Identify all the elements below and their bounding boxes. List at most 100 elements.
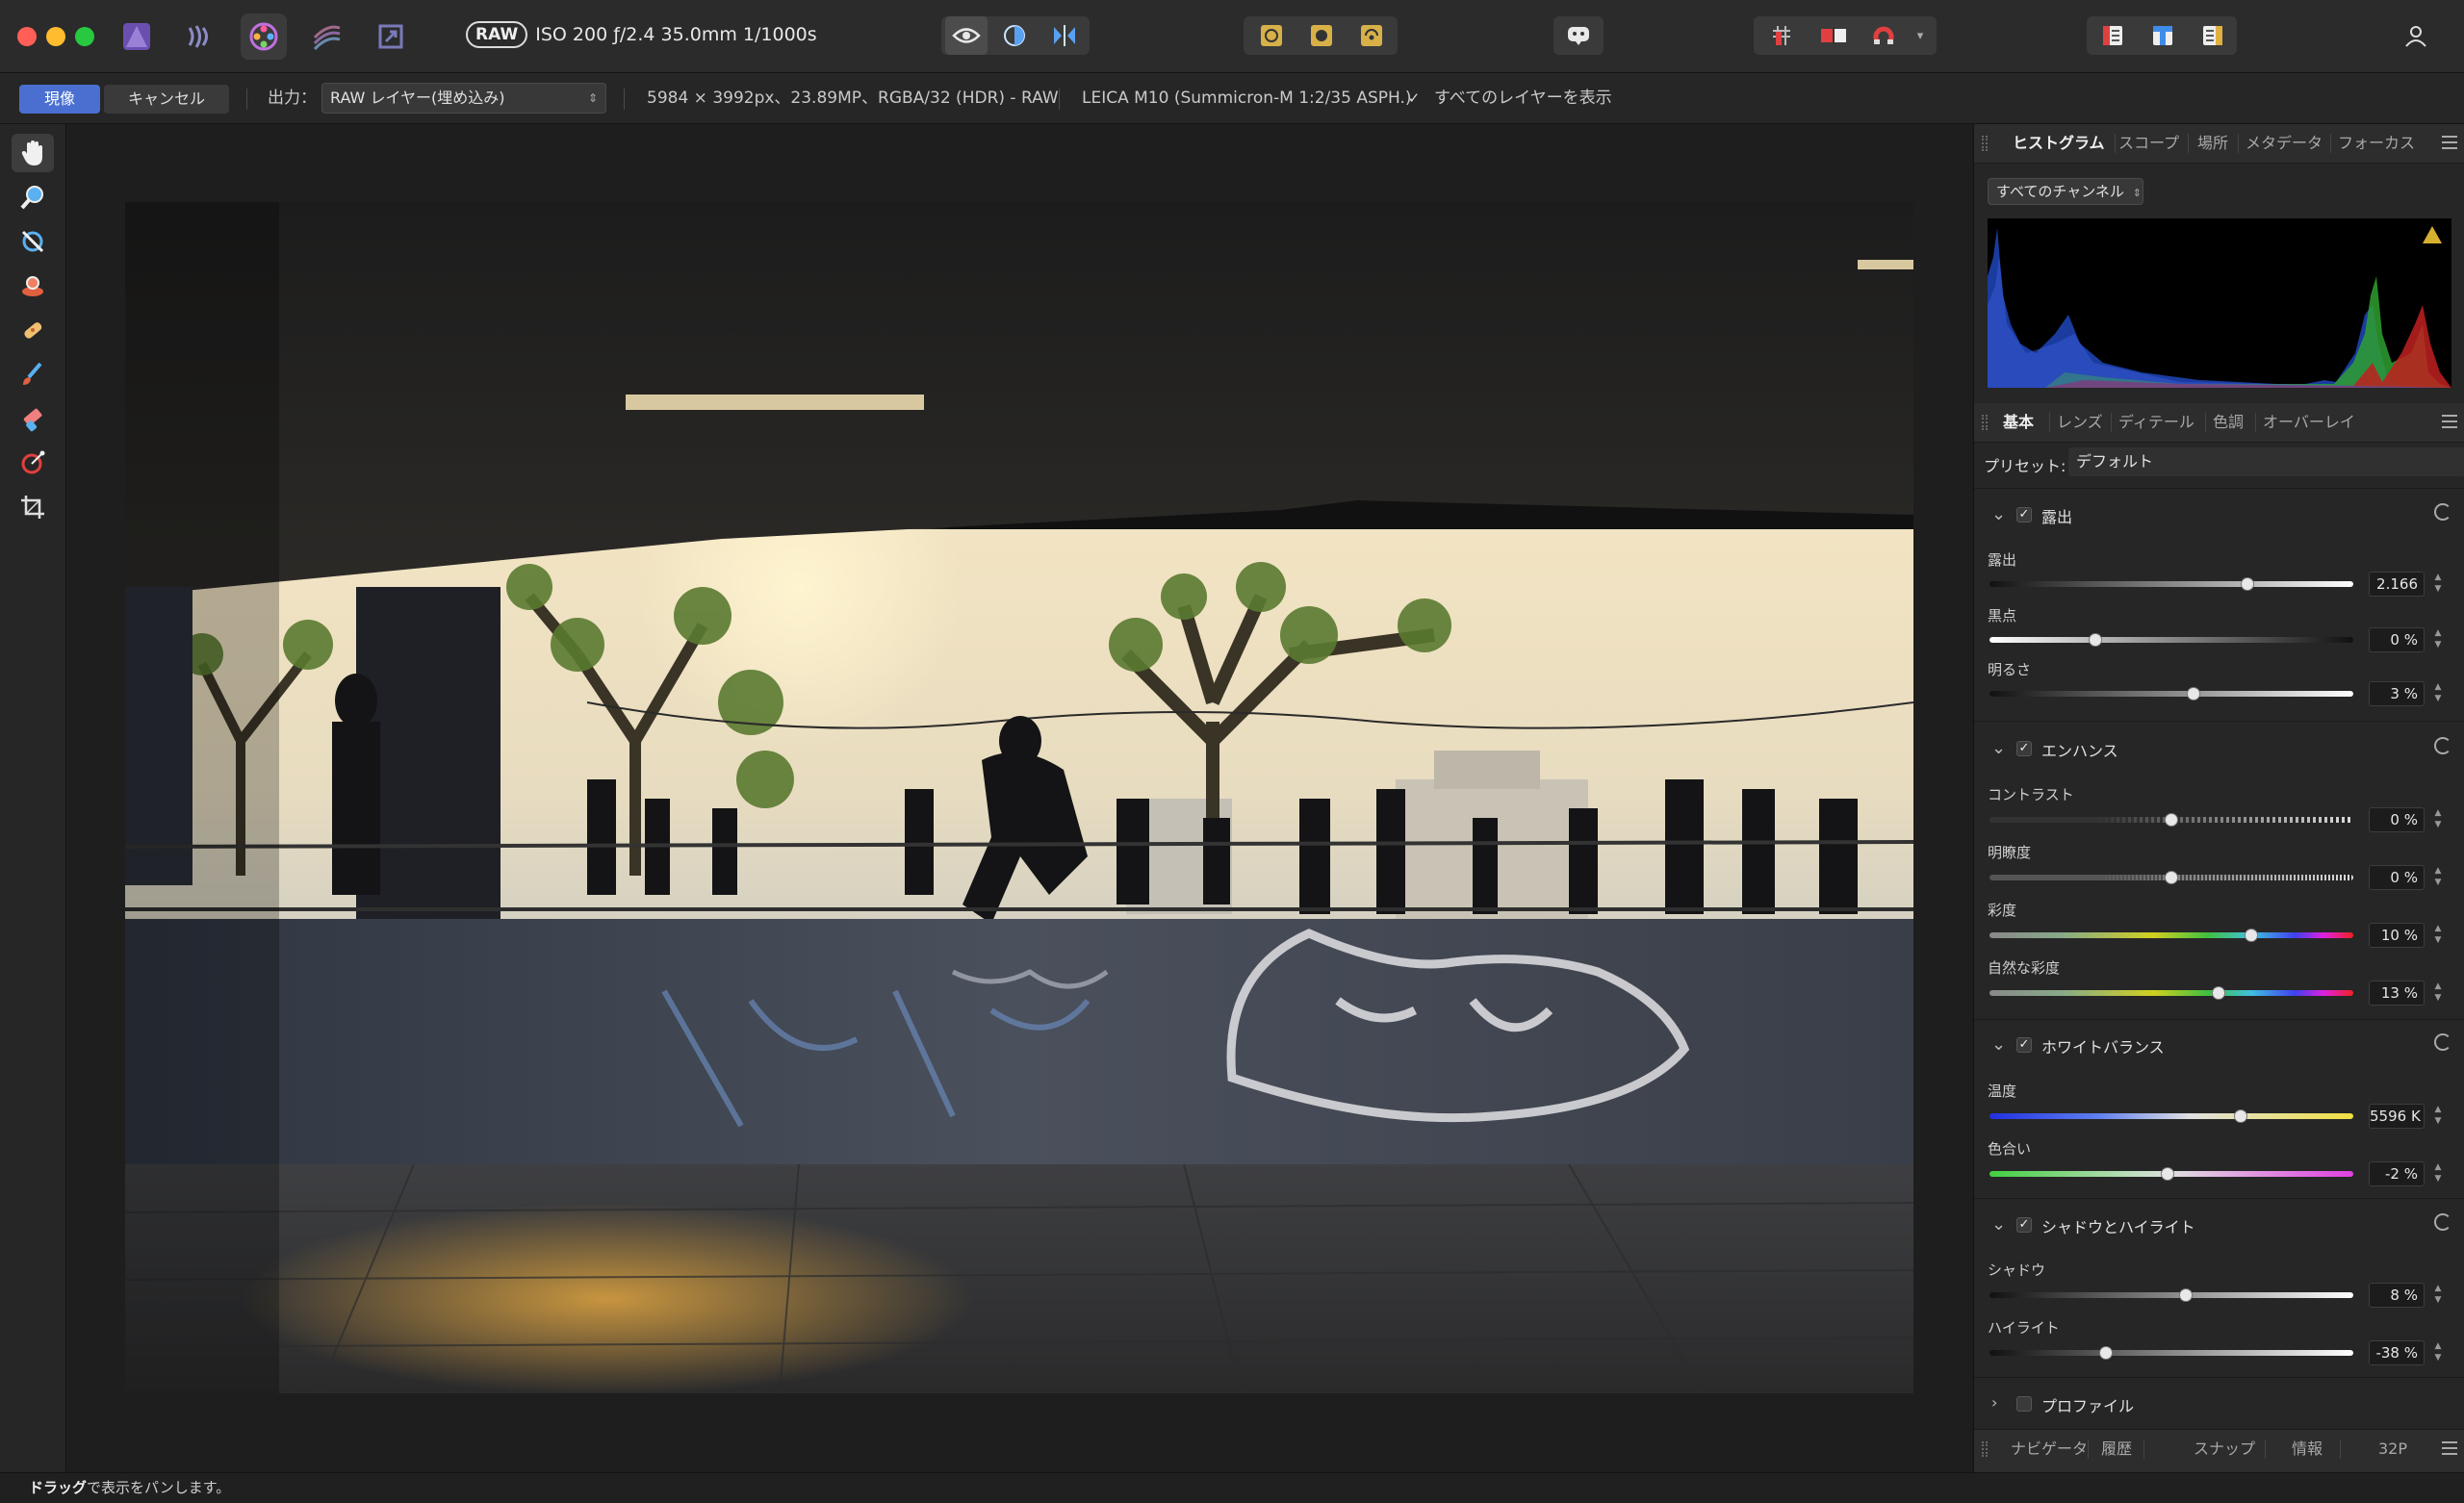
panel-menu-icon[interactable] bbox=[2442, 136, 2457, 149]
stepper-icon[interactable]: ▲ ▼ bbox=[2433, 681, 2443, 706]
tab-focus[interactable]: フォーカス bbox=[2338, 124, 2415, 163]
slider-thumb[interactable] bbox=[2233, 1109, 2247, 1123]
vibrance-slider[interactable] bbox=[1989, 986, 2353, 1000]
grid-icon[interactable] bbox=[1761, 16, 1802, 55]
photo-persona-icon[interactable] bbox=[114, 13, 160, 60]
preset-select[interactable]: デフォルト bbox=[2068, 447, 2464, 476]
tab-scope[interactable]: スコープ bbox=[2118, 124, 2179, 163]
stepper-icon[interactable]: ▲ ▼ bbox=[2433, 627, 2443, 652]
mirror-view-icon[interactable] bbox=[1043, 16, 1086, 55]
brightness-value[interactable]: 3 % bbox=[2369, 681, 2425, 706]
tab-32p[interactable]: 32P bbox=[2378, 1430, 2407, 1468]
shadows-value[interactable]: 8 % bbox=[2369, 1283, 2425, 1308]
close-window-button[interactable] bbox=[17, 27, 37, 46]
reset-icon[interactable] bbox=[2434, 1033, 2451, 1051]
show-original-icon[interactable] bbox=[945, 16, 988, 55]
zoom-tool-icon[interactable] bbox=[12, 178, 54, 217]
minimize-window-button[interactable] bbox=[46, 27, 65, 46]
slider-thumb[interactable] bbox=[2179, 1288, 2194, 1302]
slider-thumb[interactable] bbox=[2245, 929, 2259, 942]
enhance-enable-checkbox[interactable]: ✓ bbox=[2016, 741, 2032, 756]
black-point-value[interactable]: 0 % bbox=[2369, 627, 2425, 652]
left-studio-icon[interactable] bbox=[2092, 16, 2133, 55]
shadows-slider[interactable] bbox=[1989, 1288, 2353, 1302]
saturation-value[interactable]: 10 % bbox=[2369, 923, 2425, 948]
overlay-erase-tool-icon[interactable] bbox=[12, 399, 54, 438]
stepper-icon[interactable]: ▲ ▼ bbox=[2433, 1161, 2443, 1186]
panel-grip-icon[interactable] bbox=[1982, 1441, 1988, 1457]
exposure-slider[interactable] bbox=[1989, 577, 2353, 591]
tab-metadata[interactable]: メタデータ bbox=[2246, 124, 2323, 163]
stepper-icon[interactable]: ▲ ▼ bbox=[2433, 807, 2443, 832]
contrast-value[interactable]: 0 % bbox=[2369, 807, 2425, 832]
slider-thumb[interactable] bbox=[2212, 986, 2226, 1000]
tab-navigator[interactable]: ナビゲータ bbox=[2011, 1430, 2088, 1468]
section-white-balance-header[interactable]: ⌄ ✓ ホワイトバランス bbox=[1974, 1024, 2464, 1066]
panel-menu-icon[interactable] bbox=[2442, 1441, 2457, 1455]
crop-tool-icon[interactable] bbox=[12, 488, 54, 526]
contrast-slider[interactable] bbox=[1989, 813, 2353, 827]
temperature-slider[interactable] bbox=[1989, 1109, 2353, 1123]
zoom-window-button[interactable] bbox=[75, 27, 94, 46]
section-shadows-highlights-header[interactable]: ⌄ ✓ シャドウとハイライト bbox=[1974, 1204, 2464, 1246]
reset-icon[interactable] bbox=[2434, 503, 2451, 521]
clarity-slider[interactable] bbox=[1989, 871, 2353, 884]
saturation-slider[interactable] bbox=[1989, 929, 2353, 942]
slider-thumb[interactable] bbox=[2165, 871, 2178, 884]
tab-histogram[interactable]: ヒストグラム bbox=[2013, 124, 2105, 163]
slider-thumb[interactable] bbox=[2241, 577, 2255, 591]
tab-info[interactable]: 情報 bbox=[2292, 1430, 2323, 1468]
tint-value[interactable]: -2 % bbox=[2369, 1161, 2425, 1186]
brightness-slider[interactable] bbox=[1989, 687, 2353, 701]
develop-persona-icon[interactable] bbox=[241, 13, 287, 60]
export-persona-icon[interactable] bbox=[368, 13, 414, 60]
panel-grip-icon[interactable] bbox=[1982, 136, 1988, 151]
tab-location[interactable]: 場所 bbox=[2197, 124, 2228, 163]
highlights-value[interactable]: -38 % bbox=[2369, 1340, 2425, 1365]
clipping-warning-icon[interactable] bbox=[2423, 226, 2442, 243]
clarity-value[interactable]: 0 % bbox=[2369, 865, 2425, 890]
show-all-layers-checkbox[interactable]: ✓ bbox=[1405, 89, 1423, 107]
tab-tones[interactable]: 色調 bbox=[2213, 403, 2244, 442]
account-icon[interactable] bbox=[2395, 16, 2437, 55]
tab-snapshots[interactable]: スナップ bbox=[2194, 1430, 2255, 1468]
assistant-icon[interactable] bbox=[1559, 16, 1598, 55]
panel-menu-icon[interactable] bbox=[2442, 415, 2457, 428]
stepper-icon[interactable]: ▲ ▼ bbox=[2433, 1104, 2443, 1129]
toolbar-studio-icon[interactable] bbox=[2143, 16, 2183, 55]
tab-lens[interactable]: レンズ bbox=[2057, 403, 2103, 442]
panel-grip-icon[interactable] bbox=[1982, 415, 1988, 430]
temperature-value[interactable]: 5596 K bbox=[2369, 1104, 2425, 1129]
stepper-icon[interactable]: ▲ ▼ bbox=[2433, 1283, 2443, 1308]
vibrance-value[interactable]: 13 % bbox=[2369, 981, 2425, 1006]
shadows-highlights-enable-checkbox[interactable]: ✓ bbox=[2016, 1217, 2032, 1233]
stepper-icon[interactable]: ▲ ▼ bbox=[2433, 865, 2443, 890]
exposure-enable-checkbox[interactable]: ✓ bbox=[2016, 507, 2032, 522]
chevron-down-icon[interactable]: ⌄ bbox=[1991, 504, 2006, 524]
tab-detail[interactable]: ディテール bbox=[2118, 403, 2194, 442]
section-enhance-header[interactable]: ⌄ ✓ エンハンス bbox=[1974, 727, 2464, 770]
reset-icon[interactable] bbox=[2434, 737, 2451, 754]
clipped-tones-icon[interactable] bbox=[1351, 16, 1392, 55]
chevron-down-icon[interactable]: ⌄ bbox=[1991, 1034, 2006, 1055]
section-exposure-header[interactable]: ⌄ ✓ 露出 bbox=[1974, 494, 2464, 536]
right-studio-icon[interactable] bbox=[2193, 16, 2233, 55]
snapping-icon[interactable] bbox=[1863, 16, 1904, 55]
chevron-down-icon[interactable]: ▾ bbox=[1910, 16, 1931, 55]
section-profile-header[interactable]: › プロファイル bbox=[1974, 1383, 2464, 1425]
red-eye-tool-icon[interactable] bbox=[12, 267, 54, 305]
overlay-paint-tool-icon[interactable] bbox=[12, 355, 54, 394]
stepper-icon[interactable]: ▲ ▼ bbox=[2433, 923, 2443, 948]
stepper-icon[interactable]: ▲ ▼ bbox=[2433, 572, 2443, 597]
slider-thumb[interactable] bbox=[2186, 687, 2200, 701]
chevron-down-icon[interactable]: ⌄ bbox=[1991, 738, 2006, 758]
slider-thumb[interactable] bbox=[2161, 1167, 2175, 1181]
white-balance-tool-icon[interactable] bbox=[12, 222, 54, 261]
highlights-slider[interactable] bbox=[1989, 1346, 2353, 1360]
mask-overlay-icon[interactable] bbox=[1813, 16, 1854, 55]
tab-basic[interactable]: 基本 bbox=[2003, 403, 2034, 442]
slider-thumb[interactable] bbox=[2088, 633, 2102, 647]
channel-select[interactable]: すべてのチャンネル ⇕ bbox=[1988, 178, 2143, 205]
slider-thumb[interactable] bbox=[2098, 1346, 2113, 1360]
chevron-right-icon[interactable]: › bbox=[1991, 1393, 1997, 1412]
